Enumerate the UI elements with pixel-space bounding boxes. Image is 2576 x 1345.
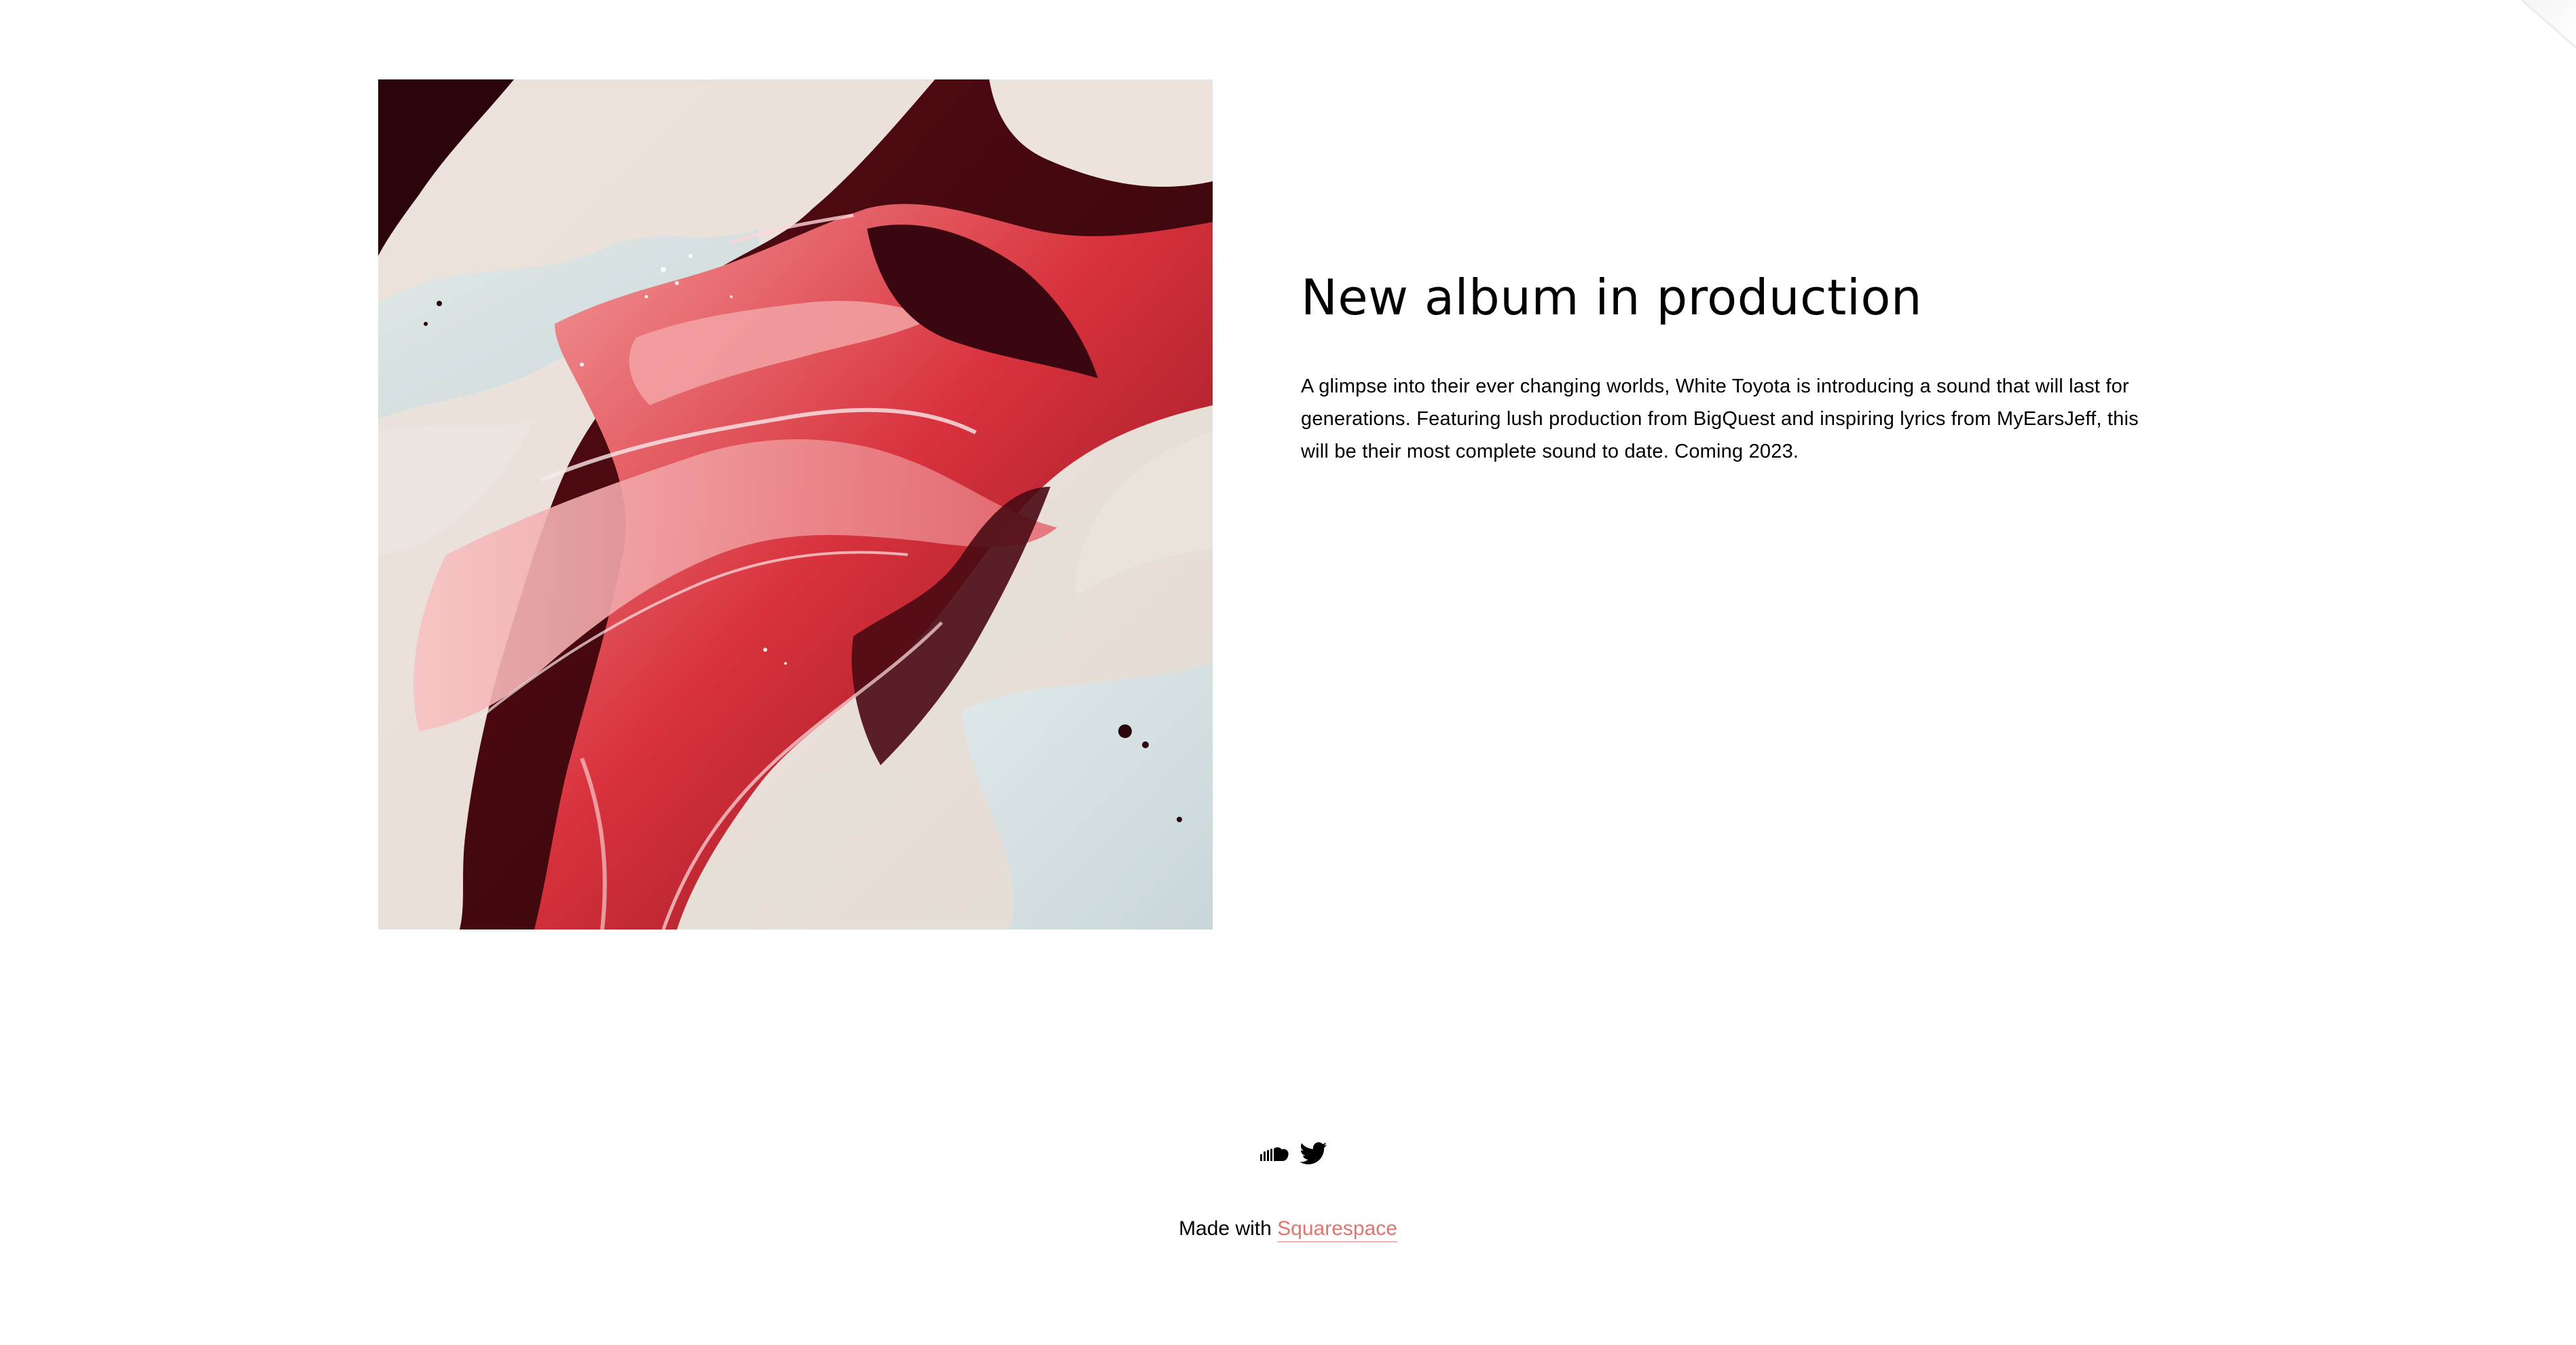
made-with-label: Made with (1179, 1217, 1278, 1240)
album-artwork-image (378, 79, 1213, 929)
twitter-icon[interactable] (1300, 1142, 1327, 1165)
album-artwork-graphic (378, 79, 1213, 929)
site-footer: Made with Squarespace (0, 1213, 2576, 1245)
soundcloud-icon-graphic (1260, 1147, 1289, 1161)
soundcloud-icon[interactable] (1259, 1143, 1289, 1164)
article-content: New album in production A glimpse into t… (1301, 268, 2150, 468)
social-links (1259, 1139, 1327, 1168)
squarespace-link[interactable]: Squarespace (1277, 1217, 1397, 1242)
twitter-icon-graphic (1300, 1142, 1327, 1164)
page-title: New album in production (1301, 269, 1923, 326)
page-corner-fold (2521, 0, 2576, 49)
article-body: A glimpse into their ever changing world… (1301, 375, 2139, 463)
page: New album in production A glimpse into t… (0, 0, 2576, 1345)
